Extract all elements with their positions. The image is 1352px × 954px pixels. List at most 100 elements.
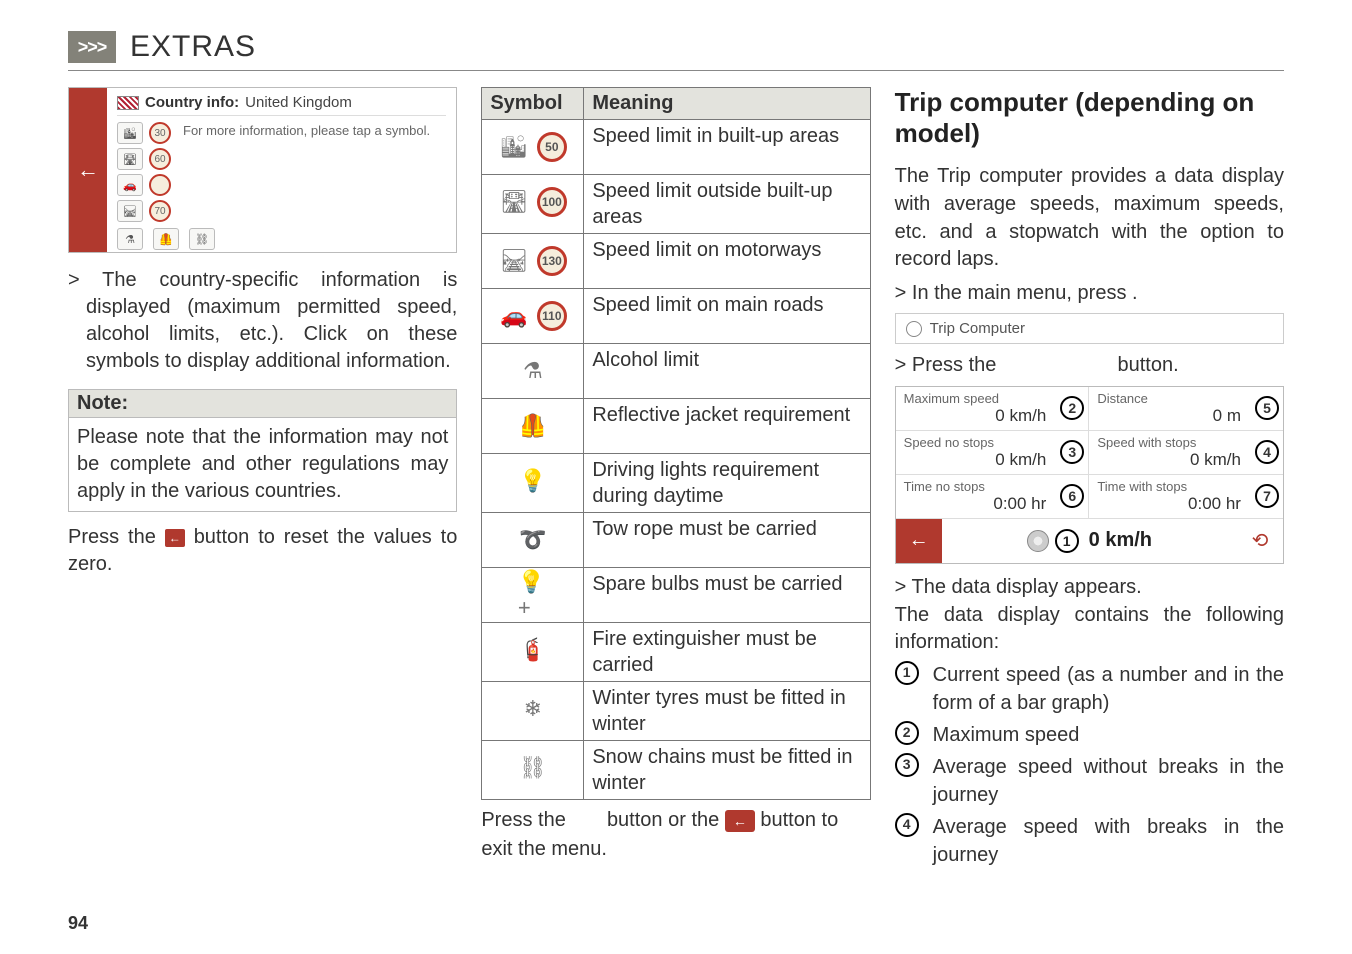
- speed-70[interactable]: 70: [149, 200, 171, 222]
- info-text: Maximum speed: [933, 721, 1284, 749]
- trip-cell-label: Speed no stops: [904, 435, 1081, 450]
- callout-7: 7: [1255, 484, 1279, 508]
- symbol-icon: ➰: [518, 527, 548, 553]
- trip-cell-value: 0:00 hr: [904, 494, 1081, 514]
- meaning-cell: Winter tyres must be fitted in winter: [584, 682, 870, 741]
- column-3: Trip computer (depending on model) The T…: [895, 87, 1284, 869]
- builtup-icon[interactable]: 🏙: [117, 122, 143, 144]
- gauge-icon: [1027, 530, 1049, 552]
- step2-pre: > Press the: [895, 354, 1002, 376]
- trip-intro: The Trip computer provides a data displa…: [895, 163, 1284, 273]
- note-header: Note:: [68, 389, 457, 417]
- symbol-icon: ❄: [518, 696, 548, 722]
- table-row: 🚗 110 Speed limit on main roads: [482, 289, 870, 344]
- country-info-paragraph: > The country-specific information is di…: [68, 267, 457, 375]
- foot-pre: Press the: [481, 809, 571, 831]
- trip-cell-label: Time no stops: [904, 479, 1081, 494]
- symbol-icon: ⚗: [518, 358, 548, 384]
- reset-pre: Press the: [68, 526, 165, 548]
- table-row: ⛓Snow chains must be fitted in winter: [482, 741, 870, 800]
- symbol-icon: 🛣: [499, 189, 529, 215]
- trip-computer-screenshot: Maximum speed0 km/h2Distance0 m5Speed no…: [895, 386, 1284, 564]
- table-footer-text: Press the button or the button to exit t…: [481, 806, 870, 864]
- callout-2: 2: [1060, 396, 1084, 420]
- callout-1: 1: [1055, 529, 1079, 553]
- th-meaning: Meaning: [584, 88, 870, 120]
- exit-back-button-icon[interactable]: [725, 810, 755, 832]
- info-item: 4Average speed with breaks in the journe…: [895, 813, 1284, 869]
- chevron-badge: >>>: [68, 31, 116, 63]
- trip-step-1: > In the main menu, press .: [895, 280, 1284, 308]
- meaning-cell: Speed limit on motorways: [584, 234, 870, 289]
- info-callout: 3: [895, 753, 919, 777]
- back-arrow-red[interactable]: ←: [69, 88, 107, 252]
- table-row: ❄ Winter tyres must be fitted in winter: [482, 682, 870, 741]
- symbol-icon: 🚗: [499, 303, 529, 329]
- table-row: ➰Tow rope must be carried: [482, 513, 870, 568]
- jacket-mini-icon[interactable]: 🦺: [153, 228, 179, 250]
- page-number: 94: [68, 913, 88, 934]
- car-icon[interactable]: 🚗: [117, 174, 143, 196]
- meaning-cell: Speed limit in built-up areas: [584, 120, 870, 175]
- trip-reset-button[interactable]: ⟲: [1237, 528, 1283, 553]
- symbol-icon: 🧯: [518, 637, 548, 663]
- page: >>> EXTRAS ← Country info: United Kingdo…: [0, 0, 1352, 954]
- flag-icon: [117, 96, 139, 110]
- motorway-icon[interactable]: 🛤: [117, 200, 143, 222]
- trip-titlebar-text: Trip Computer: [930, 320, 1025, 337]
- trip-cell: Speed no stops0 km/h3: [896, 431, 1090, 475]
- table-row: 🛤 130 Speed limit on motorways: [482, 234, 870, 289]
- alcohol-mini-icon[interactable]: ⚗: [117, 228, 143, 250]
- meaning-cell: Speed limit outside built-up areas: [584, 175, 870, 234]
- callout-4: 4: [1255, 440, 1279, 464]
- table-row: 🛣100Speed limit outside built-up areas: [482, 175, 870, 234]
- trip-speed-gauge: 1 0 km/h: [942, 529, 1237, 553]
- trip-info-list: 1 Current speed (as a number and in the f…: [895, 661, 1284, 869]
- meaning-cell: Driving lights requirement during daytim…: [584, 454, 870, 513]
- trip-cell: Speed with stops0 km/h4: [1089, 431, 1283, 475]
- meaning-cell: Speed limit on main roads: [584, 289, 870, 344]
- trip-computer-heading: Trip computer (depending on model): [895, 87, 1284, 149]
- trip-cell-value: 0 km/h: [904, 450, 1081, 470]
- symbol-icon: 🦺: [518, 413, 548, 439]
- trip-cell-value: 0 m: [1097, 406, 1275, 426]
- table-row: 💡+ Spare bulbs must be carried: [482, 568, 870, 623]
- outside-icon[interactable]: 🛣: [117, 148, 143, 170]
- trip-cell: Maximum speed0 km/h2: [896, 387, 1090, 431]
- note-body: Please note that the information may not…: [68, 417, 457, 512]
- meaning-cell: Snow chains must be fitted in winter: [584, 741, 870, 800]
- speed-limit-circle: 130: [537, 246, 567, 276]
- trip-cell: Distance0 m5: [1089, 387, 1283, 431]
- trip-cell: Time no stops0:00 hr6: [896, 475, 1090, 519]
- trip-step-2: > Press the button.: [895, 352, 1284, 380]
- speed-limit-circle: 110: [537, 301, 567, 331]
- trip-cell-label: Maximum speed: [904, 391, 1081, 406]
- wheel-icon: [906, 321, 922, 337]
- info-item: 1 Current speed (as a number and in the f…: [895, 661, 1284, 717]
- speed-60[interactable]: 60: [149, 148, 171, 170]
- meaning-cell: Spare bulbs must be carried: [584, 568, 870, 623]
- trip-back-button[interactable]: ←: [896, 519, 942, 563]
- speed-30[interactable]: 30: [149, 122, 171, 144]
- speed-blank[interactable]: [149, 174, 171, 196]
- info-text: Current speed (as a number and in the fo…: [933, 661, 1284, 717]
- chains-mini-icon[interactable]: ⛓: [189, 228, 215, 250]
- country-info-label: Country info:: [145, 94, 239, 111]
- info-item: 3 Average speed without breaks in the jou…: [895, 753, 1284, 809]
- table-row: ⚗Alcohol limit: [482, 344, 870, 399]
- country-info-value: United Kingdom: [245, 94, 352, 111]
- table-row: 🧯Fire extinguisher must be carried: [482, 623, 870, 682]
- country-info-titlebar: Country info: United Kingdom: [117, 94, 446, 116]
- step2-post: button.: [1118, 354, 1179, 376]
- trip-speed-value: 0 km/h: [1089, 529, 1152, 552]
- symbol-icon: 🏙: [499, 134, 529, 160]
- info-text: Average speed without breaks in the jour…: [933, 753, 1284, 809]
- symbol-icon: 💡+: [518, 582, 548, 608]
- reset-button-icon[interactable]: [165, 529, 185, 547]
- symbol-icon: 🛤: [499, 248, 529, 274]
- tap-hint: For more information, please tap a symbo…: [183, 122, 430, 222]
- speed-limit-circle: 50: [537, 132, 567, 162]
- info-callout: 1: [895, 661, 919, 685]
- info-text: Average speed with breaks in the journey: [933, 813, 1284, 869]
- info-callout: 2: [895, 721, 919, 745]
